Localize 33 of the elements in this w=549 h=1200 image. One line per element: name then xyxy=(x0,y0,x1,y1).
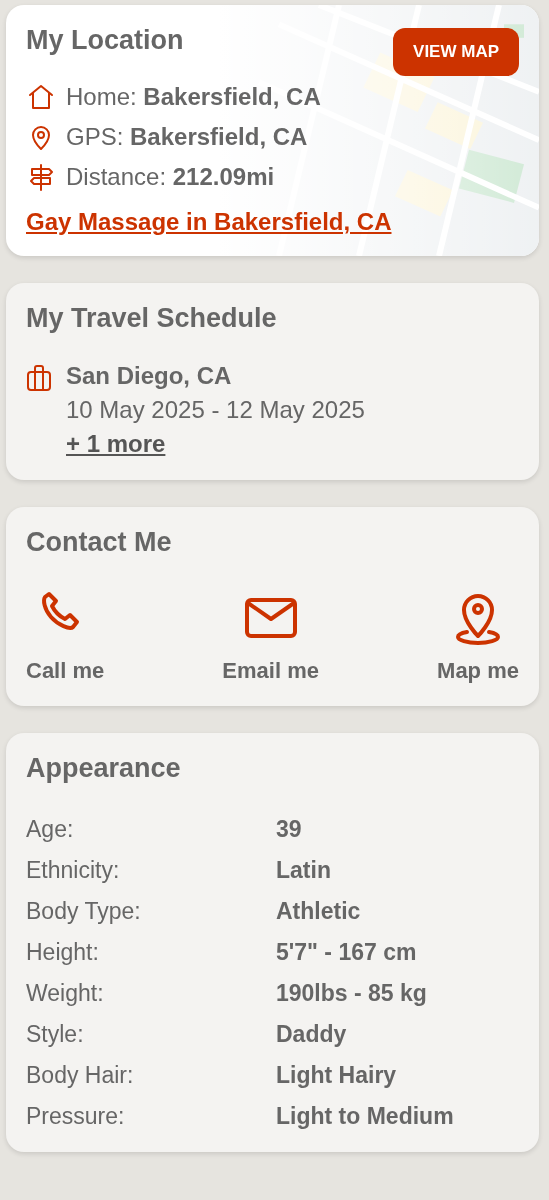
trip-destination: San Diego, CA xyxy=(66,362,233,390)
card-title: My Travel Schedule xyxy=(26,303,277,334)
attribute-label: Pressure: xyxy=(26,1103,126,1130)
card-title: Appearance xyxy=(26,753,181,784)
attribute-label: Weight: xyxy=(26,980,105,1007)
contact-button[interactable]: Call me xyxy=(26,588,105,684)
suitcase-icon xyxy=(26,364,52,392)
attribute-value: 39 xyxy=(276,816,303,843)
card-title: Contact Me xyxy=(26,527,172,558)
location-link[interactable]: Gay Massage in Bakersfield, CA xyxy=(26,208,392,236)
location-detail: Distance: 212.09mi xyxy=(66,163,275,191)
attribute-label: Ethnicity: xyxy=(26,857,121,884)
contact-button[interactable]: Map me xyxy=(437,588,519,684)
attribute-value: 190lbs - 85 kg xyxy=(276,980,428,1007)
location-detail: Home: Bakersfield, CA xyxy=(66,83,321,111)
attribute-value: Athletic xyxy=(276,898,362,925)
location-detail: GPS: Bakersfield, CA xyxy=(66,123,308,151)
attribute-label: Age: xyxy=(26,816,75,843)
contact-button[interactable]: Email me xyxy=(222,588,319,684)
trip-dates: 10 May 2025 - 12 May 2025 xyxy=(66,396,365,424)
attribute-label: Body Type: xyxy=(26,898,142,925)
attribute-value: Light Hairy xyxy=(276,1062,398,1089)
card-title: My Location xyxy=(26,25,184,56)
more-link[interactable]: + 1 more xyxy=(66,430,166,458)
attribute-value: 5'7" - 167 cm xyxy=(276,939,418,966)
house-icon xyxy=(26,82,56,112)
attribute-label: Height: xyxy=(26,939,100,966)
attribute-value: Latin xyxy=(276,857,332,884)
attribute-label: Body Hair: xyxy=(26,1062,135,1089)
attribute-value: Light to Medium xyxy=(276,1103,455,1130)
view-map-button[interactable]: VIEW MAP xyxy=(393,28,519,76)
attribute-label: Style: xyxy=(26,1021,85,1048)
attribute-value: Daddy xyxy=(276,1021,348,1048)
